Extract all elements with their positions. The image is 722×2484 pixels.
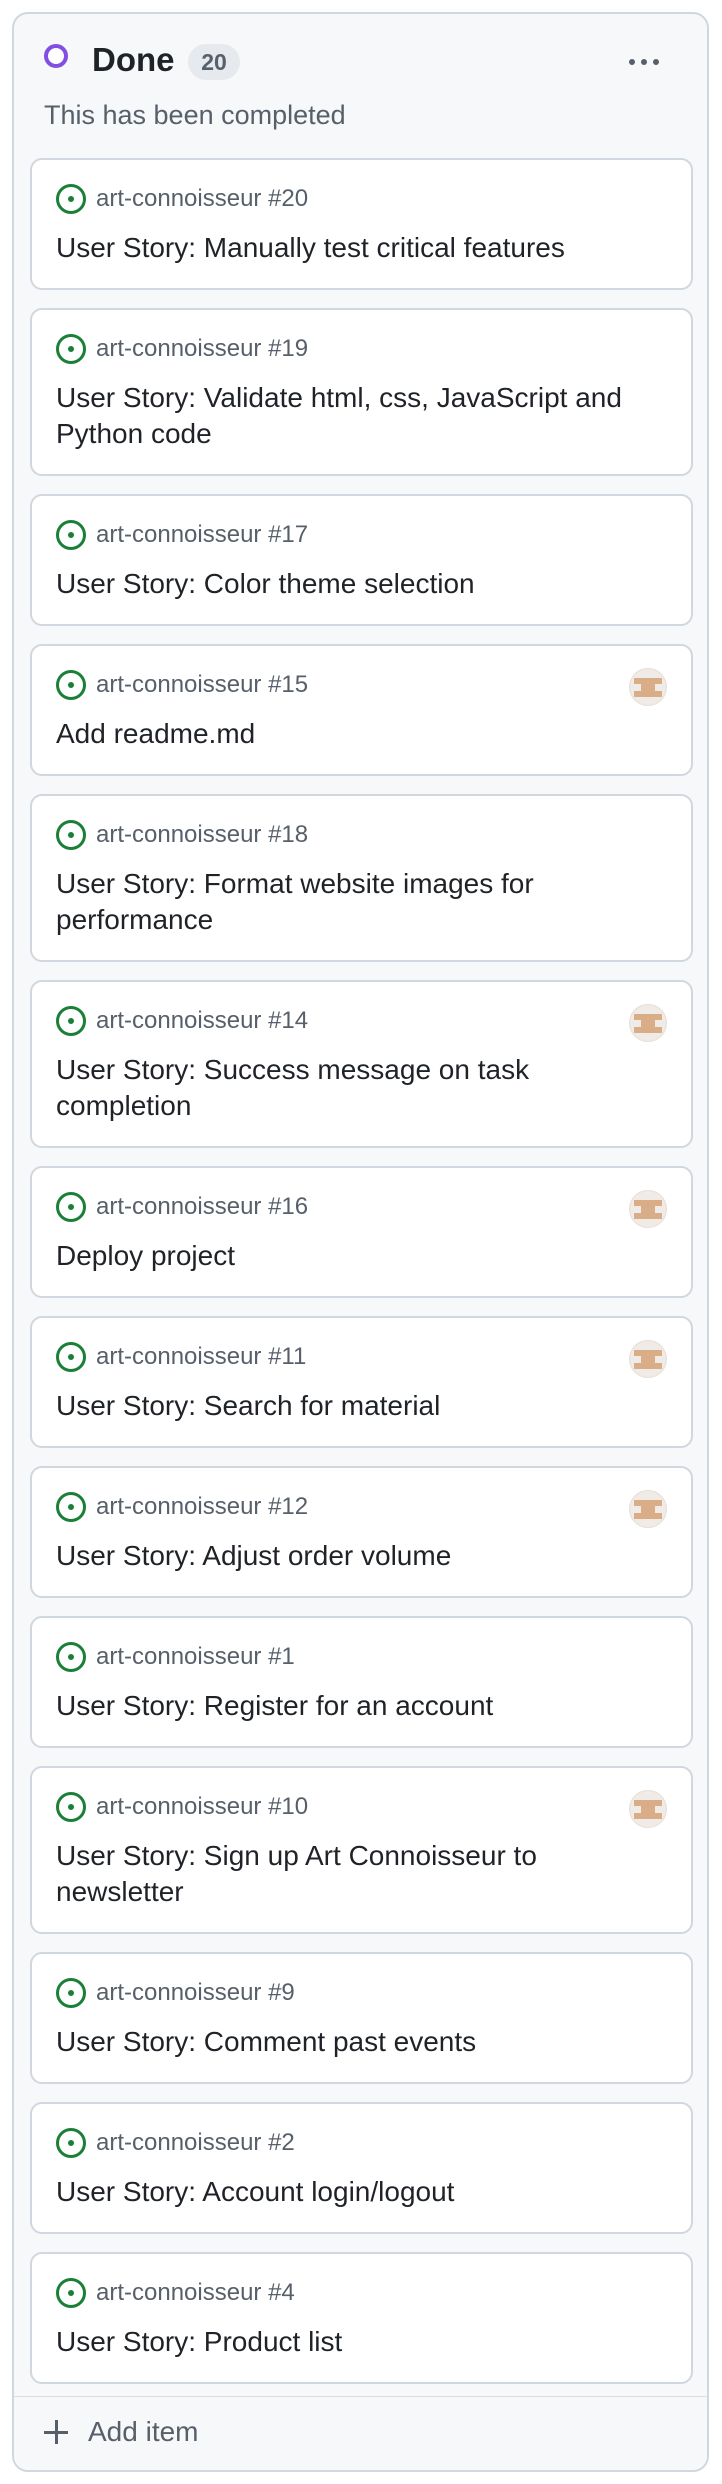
issue-card[interactable]: art-connoisseur #11 User Story: Search fo…	[30, 1316, 693, 1448]
issue-reference-link[interactable]: art-connoisseur #9	[96, 1976, 295, 2010]
card-meta: art-connoisseur #9	[56, 1976, 667, 2010]
circle-status-icon	[44, 44, 68, 68]
card-meta: art-connoisseur #15	[56, 668, 667, 702]
issue-open-icon	[56, 1792, 86, 1822]
card-meta: art-connoisseur #12	[56, 1490, 667, 1524]
card-title[interactable]: Deploy project	[56, 1238, 667, 1274]
card-title[interactable]: User Story: Account login/logout	[56, 2174, 667, 2210]
issue-open-icon	[56, 1006, 86, 1036]
issue-card[interactable]: art-connoisseur #2 User Story: Account lo…	[30, 2102, 693, 2234]
issue-open-icon	[56, 2278, 86, 2308]
issue-card[interactable]: art-connoisseur #20 User Story: Manually …	[30, 158, 693, 290]
issue-open-icon	[56, 1642, 86, 1672]
issue-card[interactable]: art-connoisseur #15 Add readme.md	[30, 644, 693, 776]
plus-icon	[44, 2420, 68, 2444]
issue-reference-link[interactable]: art-connoisseur #20	[96, 182, 308, 216]
card-title[interactable]: User Story: Comment past events	[56, 2024, 667, 2060]
card-meta: art-connoisseur #14	[56, 1004, 667, 1038]
issue-open-icon	[56, 670, 86, 700]
card-meta: art-connoisseur #19	[56, 332, 667, 366]
card-meta: art-connoisseur #20	[56, 182, 667, 216]
issue-open-icon	[56, 1492, 86, 1522]
issue-reference-link[interactable]: art-connoisseur #15	[96, 668, 308, 702]
issue-card[interactable]: art-connoisseur #12 User Story: Adjust or…	[30, 1466, 693, 1598]
assignee-avatar[interactable]	[629, 1004, 667, 1042]
issue-card[interactable]: art-connoisseur #4 User Story: Product li…	[30, 2252, 693, 2384]
card-title[interactable]: User Story: Validate html, css, JavaScri…	[56, 380, 667, 452]
card-title[interactable]: User Story: Search for material	[56, 1388, 667, 1424]
card-title[interactable]: User Story: Sign up Art Connoisseur to n…	[56, 1838, 667, 1910]
card-title[interactable]: User Story: Success message on task comp…	[56, 1052, 667, 1124]
card-title[interactable]: User Story: Format website images for pe…	[56, 866, 667, 938]
card-title[interactable]: User Story: Manually test critical featu…	[56, 230, 667, 266]
card-title[interactable]: User Story: Product list	[56, 2324, 667, 2360]
issue-open-icon	[56, 334, 86, 364]
issue-card[interactable]: art-connoisseur #18 User Story: Format we…	[30, 794, 693, 962]
issue-card[interactable]: art-connoisseur #9 User Story: Comment pa…	[30, 1952, 693, 2084]
issue-open-icon	[56, 1192, 86, 1222]
card-meta: art-connoisseur #16	[56, 1190, 667, 1224]
issue-reference-link[interactable]: art-connoisseur #10	[96, 1790, 308, 1824]
issue-card[interactable]: art-connoisseur #19 User Story: Validate …	[30, 308, 693, 476]
issue-card[interactable]: art-connoisseur #14 User Story: Success m…	[30, 980, 693, 1148]
project-column-done: Done 20 This has been completed art-conn…	[12, 12, 709, 2472]
column-footer: Add item	[14, 2396, 707, 2470]
issue-open-icon	[56, 2128, 86, 2158]
item-count-badge: 20	[188, 44, 240, 80]
card-meta: art-connoisseur #2	[56, 2126, 667, 2160]
issue-card[interactable]: art-connoisseur #10 User Story: Sign up A…	[30, 1766, 693, 1934]
card-meta: art-connoisseur #17	[56, 518, 667, 552]
issue-card[interactable]: art-connoisseur #1 User Story: Register f…	[30, 1616, 693, 1748]
card-meta: art-connoisseur #10	[56, 1790, 667, 1824]
kebab-menu-icon	[629, 59, 635, 65]
issue-reference-link[interactable]: art-connoisseur #14	[96, 1004, 308, 1038]
issue-reference-link[interactable]: art-connoisseur #11	[96, 1340, 306, 1374]
issue-reference-link[interactable]: art-connoisseur #2	[96, 2126, 295, 2160]
column-menu-button[interactable]	[616, 44, 672, 80]
issue-reference-link[interactable]: art-connoisseur #1	[96, 1640, 295, 1674]
issue-open-icon	[56, 1342, 86, 1372]
assignee-avatar[interactable]	[629, 1340, 667, 1378]
card-title[interactable]: User Story: Adjust order volume	[56, 1538, 667, 1574]
issue-open-icon	[56, 1978, 86, 2008]
issue-card[interactable]: art-connoisseur #17 User Story: Color the…	[30, 494, 693, 626]
issue-reference-link[interactable]: art-connoisseur #16	[96, 1190, 308, 1224]
card-list: art-connoisseur #20 User Story: Manually …	[30, 158, 693, 2402]
card-meta: art-connoisseur #18	[56, 818, 667, 852]
card-meta: art-connoisseur #4	[56, 2276, 667, 2310]
add-item-label: Add item	[88, 2416, 199, 2447]
issue-open-icon	[56, 820, 86, 850]
assignee-avatar[interactable]	[629, 1790, 667, 1828]
column-header: Done 20 This has been completed	[14, 14, 707, 144]
issue-open-icon	[56, 520, 86, 550]
card-title[interactable]: User Story: Register for an account	[56, 1688, 667, 1724]
issue-reference-link[interactable]: art-connoisseur #19	[96, 332, 308, 366]
assignee-avatar[interactable]	[629, 668, 667, 706]
column-description: This has been completed	[44, 100, 346, 130]
issue-reference-link[interactable]: art-connoisseur #17	[96, 518, 308, 552]
assignee-avatar[interactable]	[629, 1190, 667, 1228]
card-meta: art-connoisseur #1	[56, 1640, 667, 1674]
card-title[interactable]: Add readme.md	[56, 716, 667, 752]
issue-reference-link[interactable]: art-connoisseur #18	[96, 818, 308, 852]
card-meta: art-connoisseur #11	[56, 1340, 667, 1374]
column-title: Done	[92, 41, 175, 78]
issue-open-icon	[56, 184, 86, 214]
issue-reference-link[interactable]: art-connoisseur #4	[96, 2276, 295, 2310]
add-item-button[interactable]: Add item	[44, 2407, 199, 2457]
assignee-avatar[interactable]	[629, 1490, 667, 1528]
issue-reference-link[interactable]: art-connoisseur #12	[96, 1490, 308, 1524]
issue-card[interactable]: art-connoisseur #16 Deploy project	[30, 1166, 693, 1298]
card-title[interactable]: User Story: Color theme selection	[56, 566, 667, 602]
